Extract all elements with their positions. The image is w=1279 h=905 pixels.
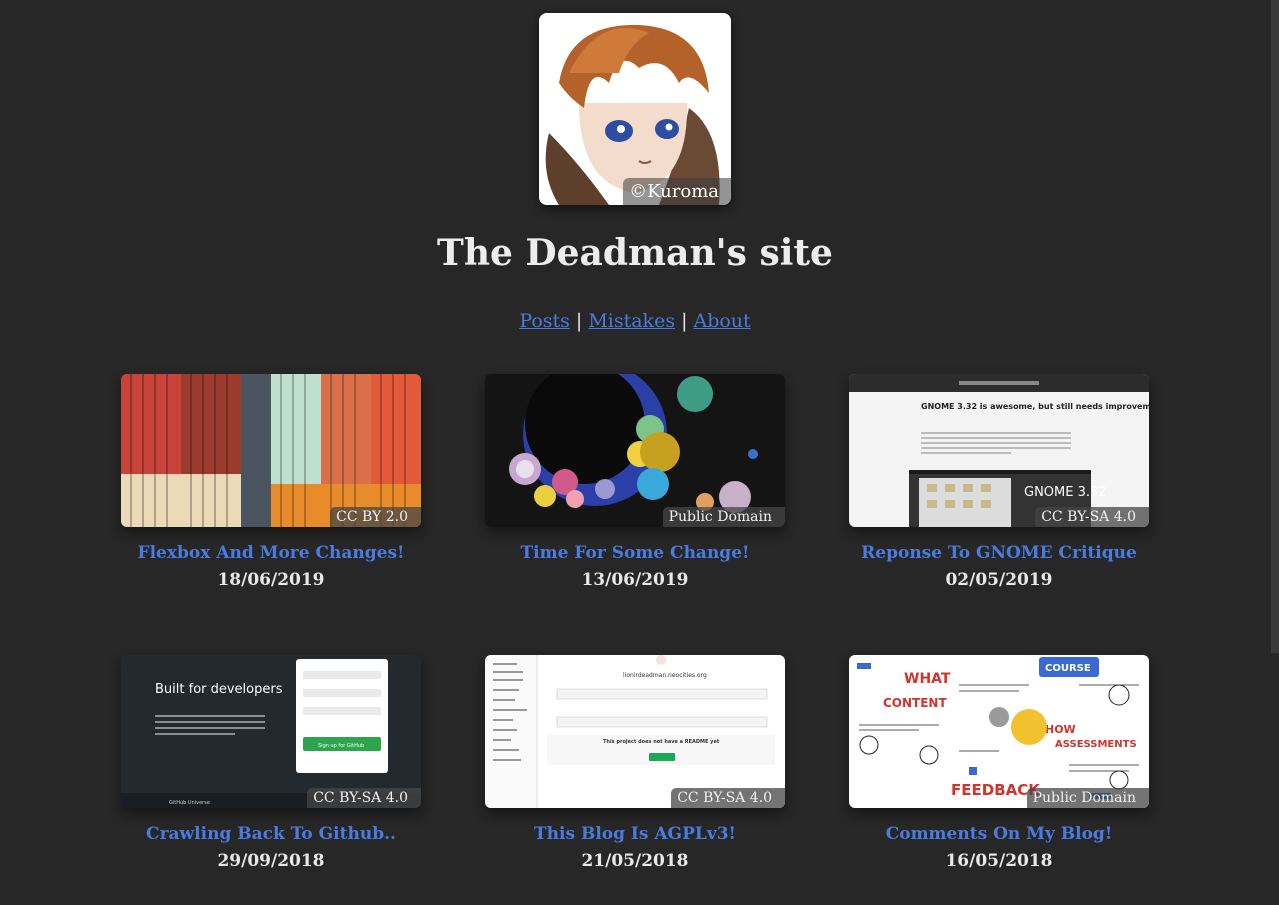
post-thumbnail[interactable]: CC BY 2.0: [121, 374, 421, 527]
sketchnote-image: WHAT CONTENT FEEDBACK HOW ASSESSMENTS CO…: [849, 655, 1149, 808]
post-title-link[interactable]: Reponse To GNOME Critique: [849, 543, 1149, 563]
post-title-link[interactable]: Time For Some Change!: [485, 543, 785, 563]
gnome-article-heading: GNOME 3.32 is awesome, but still needs i…: [921, 402, 1149, 411]
post-card: Public Domain Time For Some Change! 13/0…: [485, 374, 785, 590]
gitlab-readme-notice: This project does not have a README yet: [603, 739, 720, 745]
license-badge: Public Domain: [662, 507, 785, 527]
license-badge: CC BY-SA 4.0: [307, 788, 421, 808]
sketch-word: COURSE: [1045, 663, 1091, 674]
github-signup-button-text: Sign up for GitHub: [318, 743, 364, 749]
sketch-word: WHAT: [904, 671, 951, 687]
sketch-word: HOW: [1045, 723, 1076, 736]
license-badge: CC BY-SA 4.0: [1035, 507, 1149, 527]
post-date: 29/09/2018: [217, 851, 325, 871]
gitlab-project-screenshot: lionirdeadman.neocities.org This project…: [485, 655, 785, 808]
circles-painting-image: [485, 374, 785, 527]
nav-separator: |: [681, 310, 688, 332]
post-date: 18/06/2019: [217, 570, 325, 590]
github-heading: Built for developers: [155, 682, 283, 697]
sketch-word: ASSESSMENTS: [1055, 739, 1137, 750]
post-date: 13/06/2019: [581, 570, 689, 590]
license-badge: Public Domain: [1026, 788, 1149, 808]
post-thumbnail[interactable]: GNOME 3.32 is awesome, but still needs i…: [849, 374, 1149, 527]
avatar-illustration: [539, 13, 731, 205]
avatar-credit: ©Kuroma: [623, 178, 731, 205]
post-card: Built for developers Sign up for GitHub …: [121, 655, 421, 871]
post-date: 02/05/2019: [945, 570, 1053, 590]
nav-link-posts[interactable]: Posts: [519, 310, 570, 332]
post-thumbnail[interactable]: Public Domain: [485, 374, 785, 527]
site-title: The Deadman's site: [437, 232, 833, 274]
page: ©Kuroma The Deadman's site Posts | Mistake…: [0, 0, 1279, 905]
gitlab-project-name: lionirdeadman.neocities.org: [623, 672, 707, 679]
post-date: 21/05/2018: [581, 851, 689, 871]
post-title-link[interactable]: This Blog Is AGPLv3!: [485, 824, 785, 844]
post-title-link[interactable]: Flexbox And More Changes!: [121, 543, 421, 563]
post-thumbnail[interactable]: Built for developers Sign up for GitHub …: [121, 655, 421, 808]
github-universe-text: GitHub Universe: [169, 800, 210, 806]
scrollbar[interactable]: [1271, 0, 1279, 653]
sketch-word: CONTENT: [883, 696, 947, 710]
nav-separator: |: [575, 310, 583, 332]
avatar: ©Kuroma: [539, 13, 731, 205]
post-card: WHAT CONTENT FEEDBACK HOW ASSESSMENTS CO…: [849, 655, 1149, 871]
main-nav: Posts | Mistakes | About: [0, 310, 1270, 332]
post-thumbnail[interactable]: WHAT CONTENT FEEDBACK HOW ASSESSMENTS CO…: [849, 655, 1149, 808]
post-card: GNOME 3.32 is awesome, but still needs i…: [849, 374, 1149, 590]
containers-image: [121, 374, 421, 527]
post-title-link[interactable]: Crawling Back To Github..: [121, 824, 421, 844]
post-card: lionirdeadman.neocities.org This project…: [485, 655, 785, 871]
gnome-article-screenshot: GNOME 3.32 is awesome, but still needs i…: [849, 374, 1149, 527]
post-thumbnail[interactable]: lionirdeadman.neocities.org This project…: [485, 655, 785, 808]
github-signup-screenshot: Built for developers Sign up for GitHub …: [121, 655, 421, 808]
nav-link-about[interactable]: About: [693, 310, 750, 332]
post-title-link[interactable]: Comments On My Blog!: [849, 824, 1149, 844]
post-card: CC BY 2.0 Flexbox And More Changes! 18/0…: [121, 374, 421, 590]
license-badge: CC BY 2.0: [330, 507, 421, 527]
nav-link-mistakes[interactable]: Mistakes: [588, 310, 675, 332]
license-badge: CC BY-SA 4.0: [671, 788, 785, 808]
post-date: 16/05/2018: [945, 851, 1053, 871]
gnome-logo-text: GNOME 3.32: [1024, 485, 1107, 500]
